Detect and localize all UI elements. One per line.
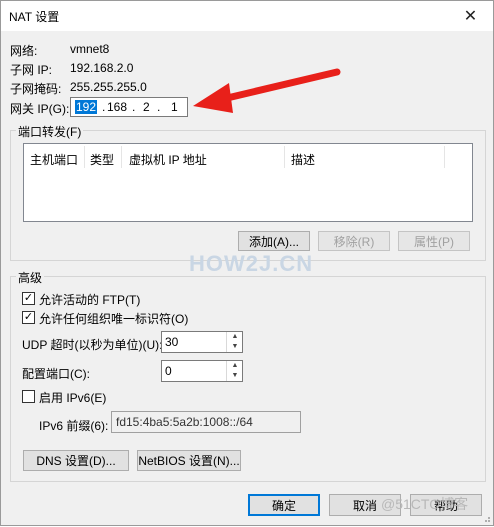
gateway-dot-2: . <box>132 100 136 114</box>
column-description[interactable]: 描述 <box>291 151 315 168</box>
allow-uid-label: 允许任何组织唯一标识符(O) <box>39 312 189 326</box>
config-port-value[interactable]: 0 <box>165 364 172 378</box>
resize-grip-icon[interactable] <box>481 513 491 523</box>
config-port-label: 配置端口(C): <box>22 367 90 381</box>
port-forwarding-title: 端口转发(F) <box>16 123 84 140</box>
enable-ipv6-label: 启用 IPv6(E) <box>39 391 107 405</box>
gateway-octet-1[interactable]: 192 <box>75 100 98 114</box>
dialog-title: NAT 设置 <box>9 10 60 24</box>
advanced-title: 高级 <box>16 269 45 286</box>
column-separator <box>84 146 85 168</box>
spin-up-icon[interactable]: ▲ <box>227 361 243 371</box>
checkmark-icon: ✓ <box>23 292 34 304</box>
subnet-ip-label: 子网 IP: <box>10 63 53 77</box>
ipv6-prefix-field: fd15:4ba5:5a2b:1008::/64 <box>111 411 301 433</box>
allow-ftp-checkbox[interactable]: ✓ <box>22 292 35 305</box>
allow-uid-checkbox[interactable]: ✓ <box>22 311 35 324</box>
allow-ftp-label: 允许活动的 FTP(T) <box>39 293 141 307</box>
spin-up-icon[interactable]: ▲ <box>227 332 243 342</box>
column-separator <box>284 146 285 168</box>
gateway-dot-1: . <box>102 100 106 114</box>
watermark-text: HOW2J.CN <box>189 251 314 276</box>
port-forwarding-list[interactable]: 主机端口 类型 虚拟机 IP 地址 描述 <box>23 143 473 222</box>
column-separator <box>121 146 122 168</box>
netbios-settings-button[interactable]: NetBIOS 设置(N)... <box>137 450 241 471</box>
column-vm-ip[interactable]: 虚拟机 IP 地址 <box>129 151 207 168</box>
udp-timeout-stepper[interactable]: 30 ▲ ▼ <box>161 331 243 353</box>
corner-watermark: @51CTO博客 <box>381 496 469 512</box>
gateway-octet-4[interactable]: 1 <box>171 100 178 114</box>
dns-settings-button[interactable]: DNS 设置(D)... <box>23 450 129 471</box>
network-label: 网络: <box>10 44 38 58</box>
ok-button[interactable]: 确定 <box>248 494 320 516</box>
close-button[interactable]: ✕ <box>448 1 493 31</box>
network-value: vmnet8 <box>70 42 110 56</box>
udp-timeout-value[interactable]: 30 <box>165 335 178 349</box>
checkmark-icon: ✓ <box>23 311 34 323</box>
close-icon: ✕ <box>463 8 478 25</box>
ipv6-prefix-label: IPv6 前缀(6): <box>39 419 109 433</box>
subnet-ip-value: 192.168.2.0 <box>70 61 134 75</box>
nat-settings-dialog: NAT 设置 ✕ 网络: vmnet8 子网 IP: 192.168.2.0 子… <box>0 0 494 526</box>
subnet-mask-value: 255.255.255.0 <box>70 80 147 94</box>
gateway-ip-label: 网关 IP(G): <box>10 102 70 116</box>
spin-down-icon[interactable]: ▼ <box>227 371 243 381</box>
subnet-mask-label: 子网掩码: <box>10 82 62 96</box>
gateway-dot-3: . <box>157 100 161 114</box>
config-port-stepper[interactable]: 0 ▲ ▼ <box>161 360 243 382</box>
ipv6-prefix-value: fd15:4ba5:5a2b:1008::/64 <box>116 415 253 429</box>
column-separator <box>444 146 445 168</box>
remove-button[interactable]: 移除(R) <box>318 231 390 251</box>
spin-down-icon[interactable]: ▼ <box>227 342 243 352</box>
title-bar: NAT 设置 ✕ <box>1 1 493 31</box>
spin-arrows-icon[interactable]: ▲ ▼ <box>226 361 242 381</box>
gateway-octet-2[interactable]: 168 <box>107 100 127 114</box>
column-type[interactable]: 类型 <box>90 151 114 168</box>
spin-arrows-icon[interactable]: ▲ ▼ <box>226 332 242 352</box>
gateway-octet-3[interactable]: 2 <box>143 100 150 114</box>
add-button[interactable]: 添加(A)... <box>238 231 310 251</box>
gateway-ip-input[interactable]: 192 . 168 . 2 . 1 <box>70 97 188 117</box>
column-host-port[interactable]: 主机端口 <box>30 151 78 168</box>
udp-timeout-label: UDP 超时(以秒为单位)(U): <box>22 338 163 352</box>
enable-ipv6-checkbox[interactable] <box>22 390 35 403</box>
properties-button[interactable]: 属性(P) <box>398 231 470 251</box>
